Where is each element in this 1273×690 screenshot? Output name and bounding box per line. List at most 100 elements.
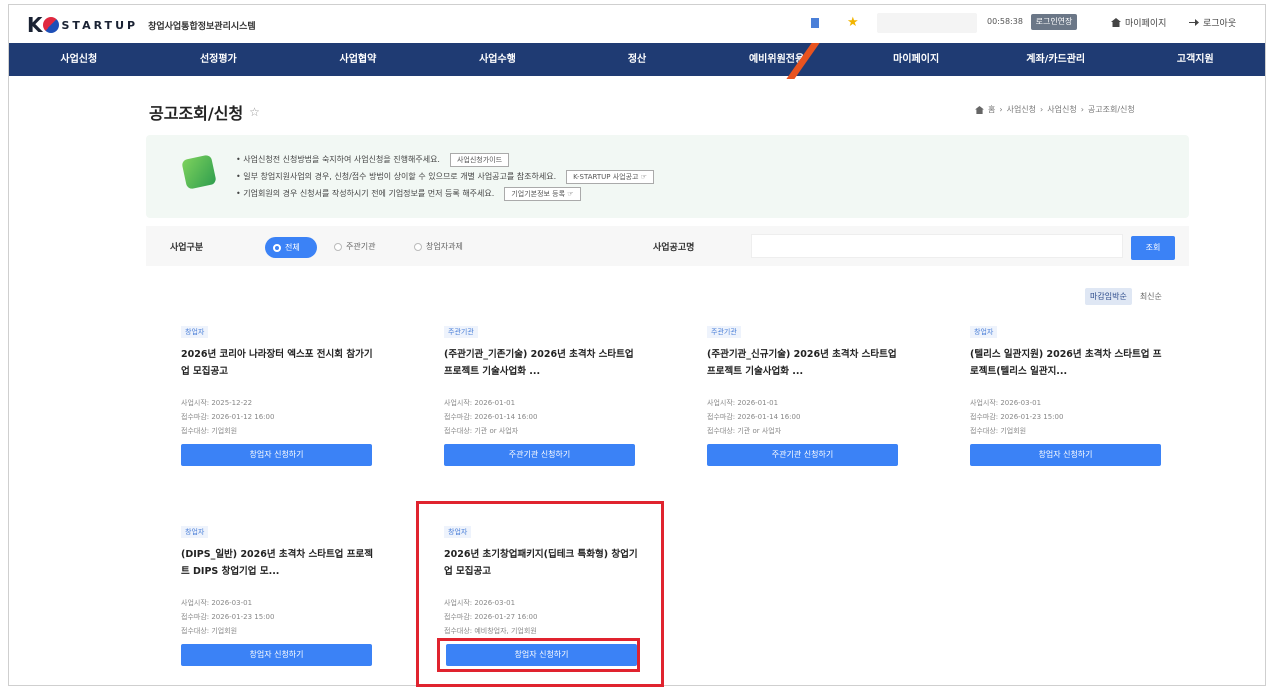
card-title[interactable]: (DIPS_일반) 2026년 초격차 스타트업 프로젝트 DIPS 창업기업 … [181,546,379,580]
card-tag: 주관기관 [707,326,741,338]
radio-label: 전체 [285,243,300,252]
nav-item-settlement[interactable]: 정산 [567,43,707,76]
guide-button[interactable]: 사업신청가이드 [449,152,510,167]
notice-text: • 일부 창업지원사업의 경우, 신청/접수 방법이 상이할 수 있으므로 개별… [236,172,557,181]
card-start: 사업시작: 2026-03-01 [970,399,1042,407]
logo-wordmark: STARTUP [61,18,139,32]
nav-item-apply[interactable]: 사업신청 [9,43,149,76]
notice-card[interactable]: 창업자 (DIPS_일반) 2026년 초격차 스타트업 프로젝트 DIPS 창… [157,512,386,676]
card-target: 접수대상: 기업회원 [181,427,238,435]
card-start: 사업시작: 2026-01-01 [444,399,516,407]
category-label: 사업구분 [170,243,204,253]
session-timer: 00:58:38 [987,17,1023,26]
card-tag: 창업자 [181,526,209,538]
favorite-star-outline-icon[interactable]: ☆ [249,105,260,119]
nav-item-reserve-committee[interactable]: 예비위원전용 [707,43,847,76]
page-title-text: 공고조회/신청 [149,104,244,123]
nav-item-support[interactable]: 고객지원 [1126,43,1266,76]
kstartup-notice-button[interactable]: K-STARTUP 사업공고 ☞ [566,169,654,184]
notice-card[interactable]: 창업자 (텔리스 일관지원) 2026년 초격차 스타트업 프로젝트(텔리스 일… [946,312,1175,476]
card-deadline: 접수마감: 2026-01-23 15:00 [970,413,1064,421]
card-deadline: 접수마감: 2026-01-23 15:00 [181,613,275,621]
filter-bar: 사업구분 전체 주관기관 창업자과제 사업공고명 조회 [146,226,1189,266]
notice-line: • 일부 창업지원사업의 경우, 신청/접수 방법이 상이할 수 있으므로 개별… [236,168,654,185]
notice-card[interactable]: 주관기관 (주관기관_기존기술) 2026년 초격차 스타트업 프로젝트 기술사… [420,312,649,476]
card-meta: 사업시작: 2025-12-22 접수마감: 2026-01-12 16:00 … [181,396,274,438]
radio-founder[interactable]: 창업자과제 [414,241,463,252]
breadcrumb-item[interactable]: 사업신청 [1007,104,1036,115]
favorite-star-icon[interactable]: ★ [847,16,859,29]
logout-icon [1189,19,1199,26]
card-meta: 사업시작: 2026-03-01 접수마감: 2026-01-23 15:00 … [970,396,1063,438]
nav-item-mypage[interactable]: 마이페이지 [846,43,986,76]
card-deadline: 접수마감: 2026-01-12 16:00 [181,413,275,421]
radio-all[interactable]: 전체 [265,237,317,258]
notice-card[interactable]: 창업자 2026년 코리아 나라장터 엑스포 전시회 참가기업 모집공고 사업시… [157,312,386,476]
card-meta: 사업시작: 2026-03-01 접수마감: 2026-01-23 15:00 … [181,596,274,638]
home-icon[interactable] [975,105,984,114]
card-start: 사업시작: 2026-03-01 [181,599,253,607]
apply-button[interactable]: 창업자 신청하기 [181,444,372,466]
nav-item-account-card[interactable]: 계좌/카드관리 [986,43,1126,76]
notice-line: • 기업회원의 경우 신청서를 작성하시기 전에 기업정보를 먼저 등록 해주세… [236,185,654,202]
notice-line: • 사업신청전 신청방법을 숙지하여 사업신청을 진행해주세요. 사업신청가이드 [236,151,654,168]
radio-label: 주관기관 [346,242,376,251]
logo-subtitle: 창업사업통합정보관리시스템 [148,21,256,32]
logout-link[interactable]: 로그아웃 [1189,16,1236,29]
notice-name-label: 사업공고명 [653,243,695,253]
card-start: 사업시작: 2026-01-01 [707,399,779,407]
apply-button[interactable]: 창업자 신청하기 [970,444,1161,466]
notice-box: • 사업신청전 신청방법을 숙지하여 사업신청을 진행해주세요. 사업신청가이드… [146,135,1189,218]
card-deadline: 접수마감: 2026-01-14 16:00 [707,413,801,421]
top-bar: K STARTUP 창업사업통합정보관리시스템 ★ 00:58:38 로그인연장… [9,5,1265,43]
nav-item-agreement[interactable]: 사업협약 [288,43,428,76]
card-title[interactable]: (주관기관_신규기술) 2026년 초격차 스타트업 프로젝트 기술사업화 ..… [707,346,905,380]
logo-letter: K [27,13,42,37]
notice-lines: • 사업신청전 신청방법을 숙지하여 사업신청을 진행해주세요. 사업신청가이드… [236,151,654,202]
apply-button[interactable]: 주관기관 신청하기 [707,444,898,466]
logo-emblem-icon [42,17,59,33]
breadcrumb: 홈 › 사업신청 › 사업신청 › 공고조회/신청 [975,104,1135,115]
card-target: 접수대상: 기관 or 사업자 [444,427,519,435]
breadcrumb-sep-icon: › [999,105,1003,114]
notice-text: • 기업회원의 경우 신청서를 작성하시기 전에 기업정보를 먼저 등록 해주세… [236,189,495,198]
page-title: 공고조회/신청 ☆ [149,100,260,124]
extend-login-button[interactable]: 로그인연장 [1031,14,1077,30]
breadcrumb-item[interactable]: 홈 [988,104,995,115]
card-title[interactable]: (주관기관_기존기술) 2026년 초격차 스타트업 프로젝트 기술사업화 ..… [444,346,642,380]
card-title[interactable]: (텔리스 일관지원) 2026년 초격차 스타트업 프로젝트(텔리스 일관지..… [970,346,1168,380]
breadcrumb-sep-icon: › [1080,105,1084,114]
nav-item-evaluation[interactable]: 선정평가 [149,43,289,76]
nav-item-execution[interactable]: 사업수행 [428,43,568,76]
bookmark-icon[interactable] [809,17,821,29]
company-register-button[interactable]: 기업기본정보 등록 ☞ [504,186,581,201]
card-target: 접수대상: 기관 or 사업자 [707,427,782,435]
card-title[interactable]: 2026년 코리아 나라장터 엑스포 전시회 참가기업 모집공고 [181,346,379,380]
search-button[interactable]: 조회 [1131,236,1175,260]
card-meta: 사업시작: 2026-01-01 접수마감: 2026-01-14 16:00 … [707,396,800,438]
notice-text: • 사업신청전 신청방법을 숙지하여 사업신청을 진행해주세요. [236,155,440,164]
highlight-button-outline [437,638,640,672]
radio-unchecked-icon [414,242,422,251]
mypage-link[interactable]: 마이페이지 [1111,16,1166,29]
radio-checked-icon [273,243,281,252]
main-nav: 사업신청 선정평가 사업협약 사업수행 정산 예비위원전용 마이페이지 계좌/카… [9,43,1265,76]
sort-latest[interactable]: 최신순 [1138,288,1164,305]
card-target: 접수대상: 기업회원 [181,627,238,635]
breadcrumb-sep-icon: › [1040,105,1044,114]
apply-button[interactable]: 창업자 신청하기 [181,644,372,666]
apply-button[interactable]: 주관기관 신청하기 [444,444,635,466]
kstartup-logo[interactable]: K STARTUP 창업사업통합정보관리시스템 [27,13,256,37]
notice-card[interactable]: 주관기관 (주관기관_신규기술) 2026년 초격차 스타트업 프로젝트 기술사… [683,312,912,476]
notice-cube-icon [181,154,217,190]
sort-options: 마감임박순 최신순 [1085,288,1164,305]
card-meta: 사업시작: 2026-01-01 접수마감: 2026-01-14 16:00 … [444,396,537,438]
top-search-box[interactable] [877,13,977,33]
radio-unchecked-icon [334,242,342,251]
sort-deadline[interactable]: 마감임박순 [1085,288,1132,305]
home-icon [1111,18,1121,27]
notice-name-input[interactable] [751,234,1123,258]
radio-host-org[interactable]: 주관기관 [334,241,375,252]
radio-label: 창업자과제 [426,242,463,251]
breadcrumb-item[interactable]: 사업신청 [1047,104,1076,115]
